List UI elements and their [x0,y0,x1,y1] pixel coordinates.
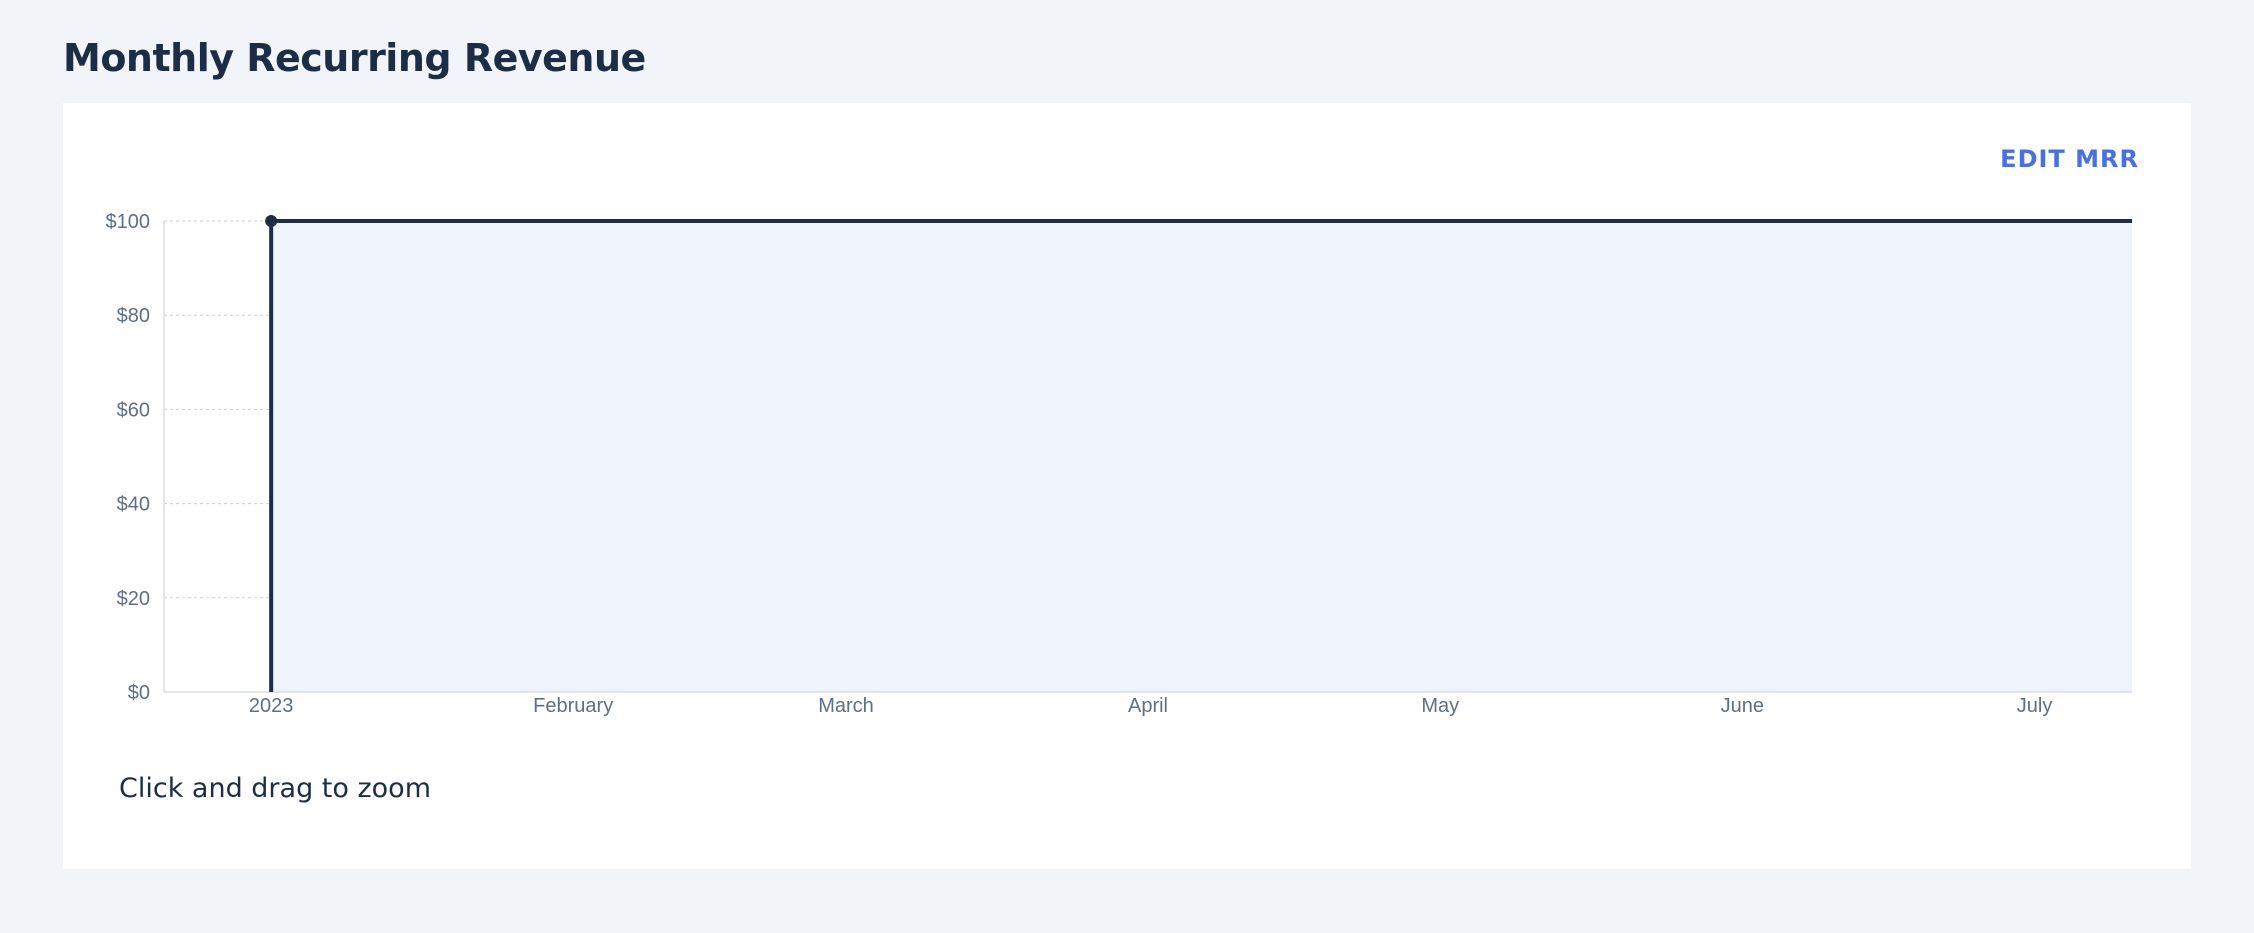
y-tick-labels: $0 $20 $40 $60 $80 $100 [106,211,151,704]
y-tick-label: $100 [106,211,151,233]
mrr-chart-card: EDIT MRR $0 $20 $40 $60 $80 $100 2023 February… [63,103,2191,869]
x-tick-label: May [1421,695,1459,717]
x-tick-label: February [533,695,613,717]
x-tick-labels: 2023 February March April May June July [249,695,2052,717]
x-tick-label: March [818,695,874,717]
x-tick-label: 2023 [249,695,294,717]
y-tick-label: $20 [117,588,150,610]
data-point [265,215,278,227]
area-layer [271,221,2132,692]
x-tick-label: April [1128,695,1168,717]
x-tick-label: July [2017,695,2053,717]
y-tick-label: $0 [128,682,150,704]
y-tick-label: $80 [117,305,150,327]
x-tick-label: June [1721,695,1764,717]
y-tick-label: $40 [117,494,150,516]
mrr-chart[interactable]: $0 $20 $40 $60 $80 $100 2023 February March Apri… [63,103,2191,743]
y-tick-label: $60 [117,399,150,421]
zoom-hint: Click and drag to zoom [119,773,432,804]
series-area [271,221,2132,692]
page-title: Monthly Recurring Revenue [63,36,646,80]
